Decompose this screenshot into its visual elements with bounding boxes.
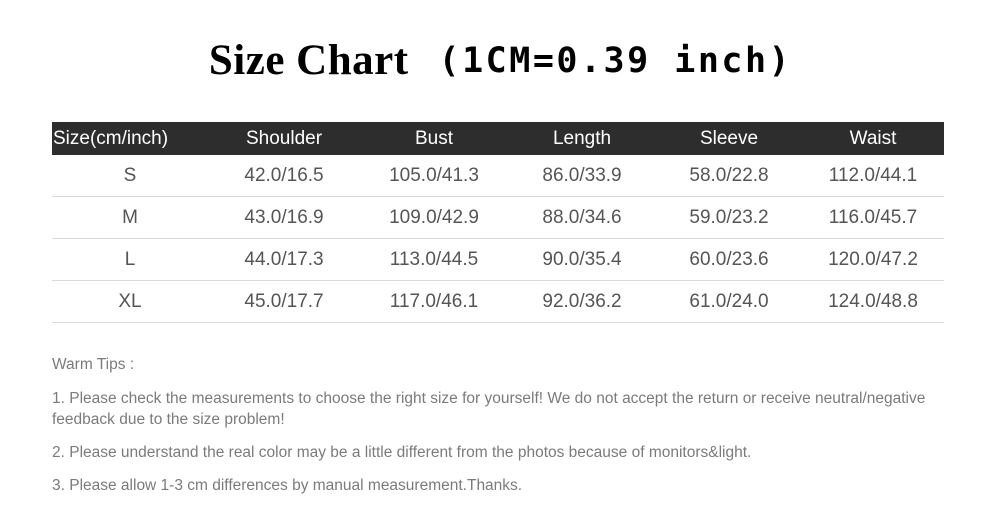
column-header-bust: Bust: [414, 128, 454, 149]
cell-sleeve: 58.0/22.8: [656, 155, 802, 197]
cell-sleeve: 61.0/24.0: [656, 280, 802, 323]
table-header-row: Size(cm/inch) Shoulder Bust Length Sleev…: [52, 122, 944, 155]
warm-tips-heading: Warm Tips :: [52, 356, 135, 373]
table-row: XL 45.0/17.7 117.0/46.1 92.0/36.2 61.0/2…: [52, 280, 944, 323]
cell-length: 90.0/35.4: [508, 238, 656, 281]
table-row: L 44.0/17.3 113.0/44.5 90.0/35.4 60.0/23…: [52, 238, 944, 281]
table-row: S 42.0/16.5 105.0/41.3 86.0/33.9 58.0/22…: [52, 155, 944, 197]
size-chart-table: Size(cm/inch) Shoulder Bust Length Sleev…: [52, 122, 944, 323]
cell-bust: 109.0/42.9: [360, 196, 508, 239]
cell-length: 86.0/33.9: [508, 155, 656, 197]
cell-shoulder: 45.0/17.7: [208, 280, 360, 323]
cell-shoulder: 42.0/16.5: [208, 155, 360, 197]
table-row: M 43.0/16.9 109.0/42.9 88.0/34.6 59.0/23…: [52, 196, 944, 239]
page-title: Size Chart (1CM=0.39 inch): [0, 36, 1001, 85]
cell-waist: 120.0/47.2: [802, 238, 944, 281]
column-header-sleeve: Sleeve: [699, 128, 759, 149]
cell-size: XL: [52, 280, 208, 323]
cell-sleeve: 59.0/23.2: [656, 196, 802, 239]
table-body: S 42.0/16.5 105.0/41.3 86.0/33.9 58.0/22…: [52, 155, 944, 323]
warm-tips-section: Warm Tips : 1. Please check the measurem…: [52, 355, 952, 508]
cell-shoulder: 43.0/16.9: [208, 196, 360, 239]
warm-tip-item: 2. Please understand the real color may …: [52, 444, 752, 461]
column-header-length: Length: [552, 128, 612, 149]
column-header-waist: Waist: [849, 128, 897, 149]
cell-waist: 116.0/45.7: [802, 196, 944, 239]
warm-tip-item: 3. Please allow 1-3 cm differences by ma…: [52, 477, 523, 494]
cell-bust: 117.0/46.1: [360, 280, 508, 323]
cell-waist: 124.0/48.8: [802, 280, 944, 323]
cell-bust: 105.0/41.3: [360, 155, 508, 197]
cell-length: 92.0/36.2: [508, 280, 656, 323]
column-header-shoulder: Shoulder: [245, 128, 323, 149]
cell-length: 88.0/34.6: [508, 196, 656, 239]
page-title-main: Size Chart: [208, 37, 409, 84]
cell-bust: 113.0/44.5: [360, 238, 508, 281]
cell-waist: 112.0/44.1: [802, 155, 944, 197]
warm-tip-item: 1. Please check the measurements to choo…: [52, 390, 926, 428]
cell-size: M: [52, 196, 208, 239]
column-header-size: Size(cm/inch): [53, 128, 169, 149]
cell-shoulder: 44.0/17.3: [208, 238, 360, 281]
cell-size: L: [52, 238, 208, 281]
table-header: Size(cm/inch) Shoulder Bust Length Sleev…: [52, 122, 944, 155]
cell-sleeve: 60.0/23.6: [656, 238, 802, 281]
cell-size: S: [52, 155, 208, 197]
page-title-conversion: (1CM=0.39 inch): [438, 41, 793, 81]
